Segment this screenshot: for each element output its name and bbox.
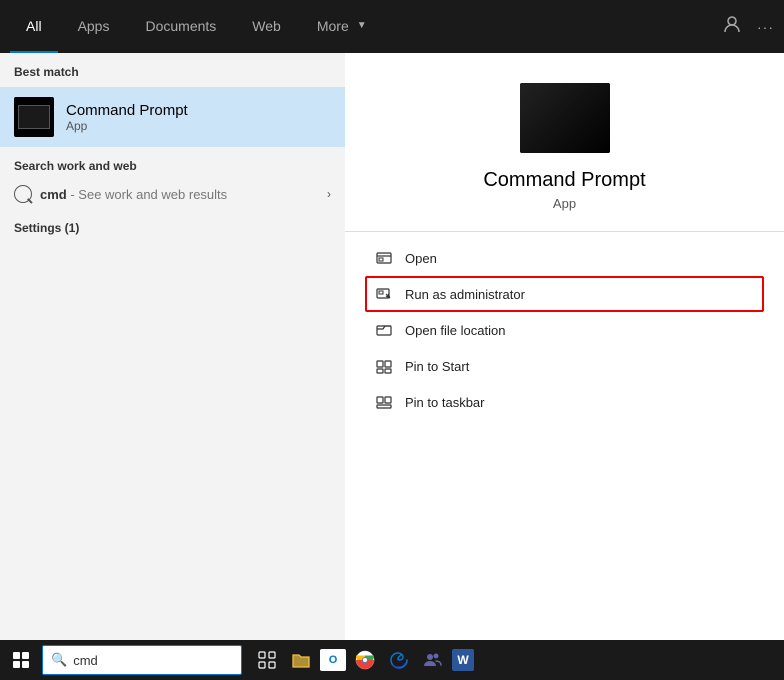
action-open-file-location[interactable]: Open file location	[365, 312, 764, 348]
taskbar-search-box[interactable]: 🔍 cmd	[42, 645, 242, 675]
action-open[interactable]: Open	[365, 240, 764, 276]
app-preview-type: App	[553, 196, 576, 211]
word-icon[interactable]: W	[452, 649, 474, 671]
app-window: All Apps Documents Web More ▼ ···	[0, 0, 784, 680]
action-run-as-admin[interactable]: Run as administrator	[365, 276, 764, 312]
result-title: Command Prompt	[66, 102, 188, 119]
action-pin-to-taskbar[interactable]: Pin to taskbar	[365, 384, 764, 420]
taskbar-icons: O	[252, 645, 474, 675]
ellipsis-icon[interactable]: ···	[757, 19, 774, 35]
command-prompt-icon	[14, 97, 54, 137]
nav-tab-apps[interactable]: Apps	[62, 0, 126, 53]
file-explorer-icon[interactable]	[286, 645, 316, 675]
chevron-down-icon: ▼	[357, 20, 367, 31]
taskbar-search-text: cmd	[73, 653, 98, 668]
settings-label: Settings (1)	[0, 211, 345, 241]
best-match-label: Best match	[0, 53, 345, 85]
nav-tab-documents[interactable]: Documents	[129, 0, 232, 53]
start-button[interactable]	[6, 645, 36, 675]
nav-tab-more[interactable]: More ▼	[301, 0, 383, 53]
left-panel: Best match Command Prompt App Search wor…	[0, 53, 345, 653]
search-work-label: Search work and web	[0, 149, 345, 177]
action-open-label: Open	[405, 251, 437, 266]
nav-tab-all[interactable]: All	[10, 0, 58, 53]
teams-icon[interactable]	[418, 645, 448, 675]
app-large-icon	[520, 83, 610, 153]
right-panel: Command Prompt App Open	[345, 53, 784, 653]
pin-start-icon	[375, 357, 393, 375]
taskbar: 🔍 cmd O	[0, 640, 784, 680]
nav-tab-web[interactable]: Web	[236, 0, 297, 53]
top-nav: All Apps Documents Web More ▼ ···	[0, 0, 784, 53]
open-icon	[375, 249, 393, 267]
file-location-icon	[375, 321, 393, 339]
command-prompt-result[interactable]: Command Prompt App	[0, 87, 345, 147]
app-preview-title: Command Prompt	[483, 169, 645, 192]
action-list: Open Run as administrator	[345, 240, 784, 420]
result-subtitle: App	[66, 119, 188, 133]
chrome-icon[interactable]	[350, 645, 380, 675]
divider	[345, 231, 784, 232]
pin-taskbar-icon	[375, 393, 393, 411]
task-view-icon[interactable]	[252, 645, 282, 675]
nav-right-icons: ···	[723, 15, 774, 38]
search-circle-icon	[14, 185, 32, 203]
taskbar-search-icon: 🔍	[51, 652, 67, 668]
action-pin-to-start-label: Pin to Start	[405, 359, 469, 374]
search-web-item[interactable]: cmd - See work and web results ›	[0, 177, 345, 211]
action-open-file-location-label: Open file location	[405, 323, 505, 338]
edge-icon[interactable]	[384, 645, 414, 675]
main-content: Best match Command Prompt App Search wor…	[0, 53, 784, 653]
action-run-as-admin-label: Run as administrator	[405, 287, 525, 302]
person-icon[interactable]	[723, 15, 741, 38]
action-pin-to-taskbar-label: Pin to taskbar	[405, 395, 485, 410]
action-pin-to-start[interactable]: Pin to Start	[365, 348, 764, 384]
outlook-icon[interactable]: O	[320, 649, 346, 671]
runas-icon	[375, 285, 393, 303]
search-web-text: cmd - See work and web results	[40, 187, 227, 202]
windows-logo-icon	[13, 652, 29, 668]
chevron-right-icon: ›	[327, 187, 331, 201]
